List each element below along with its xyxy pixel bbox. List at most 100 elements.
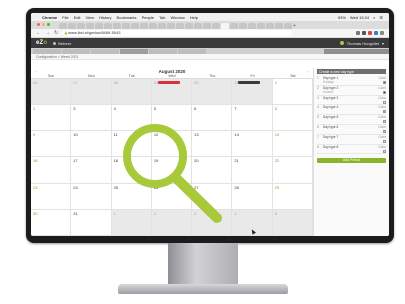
browser-tab[interactable] [158,23,166,29]
browser-tab[interactable] [275,23,283,29]
browser-tab[interactable] [122,23,130,29]
browser-tab-active[interactable] [221,23,229,29]
day-type-color-picker[interactable]: Color [378,105,386,114]
browser-tab[interactable] [77,23,85,29]
day-type-item[interactable]: 7 Day type 7 Color [317,135,386,145]
day-type-color-picker[interactable]: Color [378,96,386,104]
day-type-item[interactable]: 2 Day type 2 Closed Color [317,86,386,96]
menu-bookmarks[interactable]: Bookmarks [117,15,137,20]
extension-icon[interactable] [356,31,360,35]
app-nav[interactable]: Beheer [53,41,71,46]
module-tab[interactable] [91,49,119,54]
menu-view[interactable]: View [85,15,94,20]
add-period-button[interactable]: Add Period [317,158,386,164]
browser-tab[interactable] [239,23,247,29]
calendar-day-cell[interactable]: 30 [31,209,72,236]
day-type-color-picker[interactable]: Color [378,76,386,84]
module-tab[interactable] [33,49,61,54]
calendar-day-cell[interactable]: 10 [71,131,112,158]
calendar-day-cell[interactable]: 27 [192,183,233,210]
calendar-day-cell[interactable]: 18 [111,157,152,184]
calendar-day-cell[interactable]: 31 [71,209,112,236]
calendar-day-cell[interactable]: 19 [151,157,193,184]
calendar-day-cell[interactable]: 16 [31,157,72,184]
calendar-day-cell[interactable]: 28 [111,79,152,106]
color-swatch[interactable] [383,120,386,124]
browser-tab[interactable] [212,23,220,29]
color-swatch[interactable] [383,149,386,153]
browser-tab[interactable] [257,23,265,29]
calendar-day-cell[interactable]: 2 [31,105,72,132]
calendar-day-cell[interactable]: 22 [272,157,313,184]
browser-tab[interactable] [113,23,121,29]
profile-icon[interactable] [380,31,384,35]
browser-tab[interactable] [95,23,103,29]
close-window-icon[interactable] [37,23,40,26]
calendar-day-cell[interactable]: 5 [151,105,193,132]
day-type-item[interactable]: 4 Day type 4 Color [317,105,386,116]
browser-tab[interactable] [131,23,139,29]
calendar-day-cell[interactable]: 1 [111,209,152,236]
menu-list-icon[interactable]: ☰ [379,15,383,20]
calendar-day-cell[interactable]: 13 [192,131,233,158]
menu-people[interactable]: People [142,15,154,20]
calendar-day-cell[interactable]: 31 [232,79,273,106]
browser-tab[interactable] [59,23,67,29]
menu-edit[interactable]: Edit [74,15,81,20]
module-tab-active[interactable] [120,49,148,54]
day-type-color-picker[interactable]: Color [378,86,386,94]
calendar-day-cell[interactable]: 11 [111,131,152,158]
app-logo[interactable]: eZo [36,40,47,46]
extension-icon[interactable] [362,31,366,35]
browser-tab[interactable] [203,23,211,29]
browser-tab[interactable] [266,23,274,29]
calendar-day-cell[interactable]: 29 [272,183,313,210]
calendar-day-cell[interactable]: 23 [31,183,72,210]
browser-tab[interactable] [149,23,157,29]
color-swatch[interactable] [383,110,386,114]
breadcrumb[interactable]: Configuration > Week 2021 [31,54,389,60]
forward-arrow-icon[interactable]: → [45,30,50,36]
color-swatch[interactable] [383,100,386,104]
day-type-color-picker[interactable]: Color [378,135,386,143]
user-menu[interactable]: Thomas Hoogvliet ▾ [339,41,384,46]
browser-tab[interactable] [248,23,256,29]
module-tab[interactable] [178,49,206,54]
minimize-window-icon[interactable] [42,23,45,26]
new-tab-icon[interactable]: + [293,23,299,29]
back-arrow-icon[interactable]: ← [36,30,41,36]
calendar-day-cell[interactable]: 25 [111,183,152,210]
extension-icon[interactable] [368,31,372,35]
menu-tab[interactable]: Tab [159,15,165,20]
next-month-icon[interactable]: › [308,69,309,74]
calendar-day-cell[interactable]: 9 [31,131,72,158]
calendar-day-cell[interactable]: 30 [192,79,233,106]
day-type-item[interactable]: 3 Day type 3 Color [317,96,386,106]
calendar-day-cell[interactable]: 26 [31,79,72,106]
browser-tab[interactable] [68,23,76,29]
calendar-day-cell[interactable]: 15 [272,131,313,158]
prev-month-icon[interactable]: ‹ [35,69,36,74]
browser-tab[interactable] [86,23,94,29]
browser-tab[interactable] [230,23,238,29]
browser-tab[interactable] [104,23,112,29]
battery-percent[interactable]: 93% [338,15,346,20]
calendar-day-cell[interactable]: 28 [232,183,273,210]
browser-tab[interactable] [176,23,184,29]
calendar-day-cell[interactable]: 29 [151,79,193,106]
panel-tab[interactable] [324,49,389,54]
browser-tab[interactable] [185,23,193,29]
calendar-day-cell[interactable]: 6 [192,105,233,132]
calendar-day-cell[interactable]: 7 [232,105,273,132]
menu-window[interactable]: Window [170,15,184,20]
calendar-day-cell[interactable]: 4 [111,105,152,132]
calendar-day-cell[interactable]: 17 [71,157,112,184]
extension-icon[interactable] [374,31,378,35]
calendar-day-cell[interactable]: 5 [272,209,313,236]
day-type-item[interactable]: 5 Day type 5 Color [317,115,386,125]
color-swatch[interactable] [383,129,386,133]
address-bar[interactable]: 🔒 www.ibcl.nl/gedoo/8469-5043 [62,30,293,36]
calendar-day-cell[interactable]: 3 [71,105,112,132]
calendar-day-cell[interactable]: 3 [192,209,233,236]
color-swatch[interactable] [383,90,386,94]
